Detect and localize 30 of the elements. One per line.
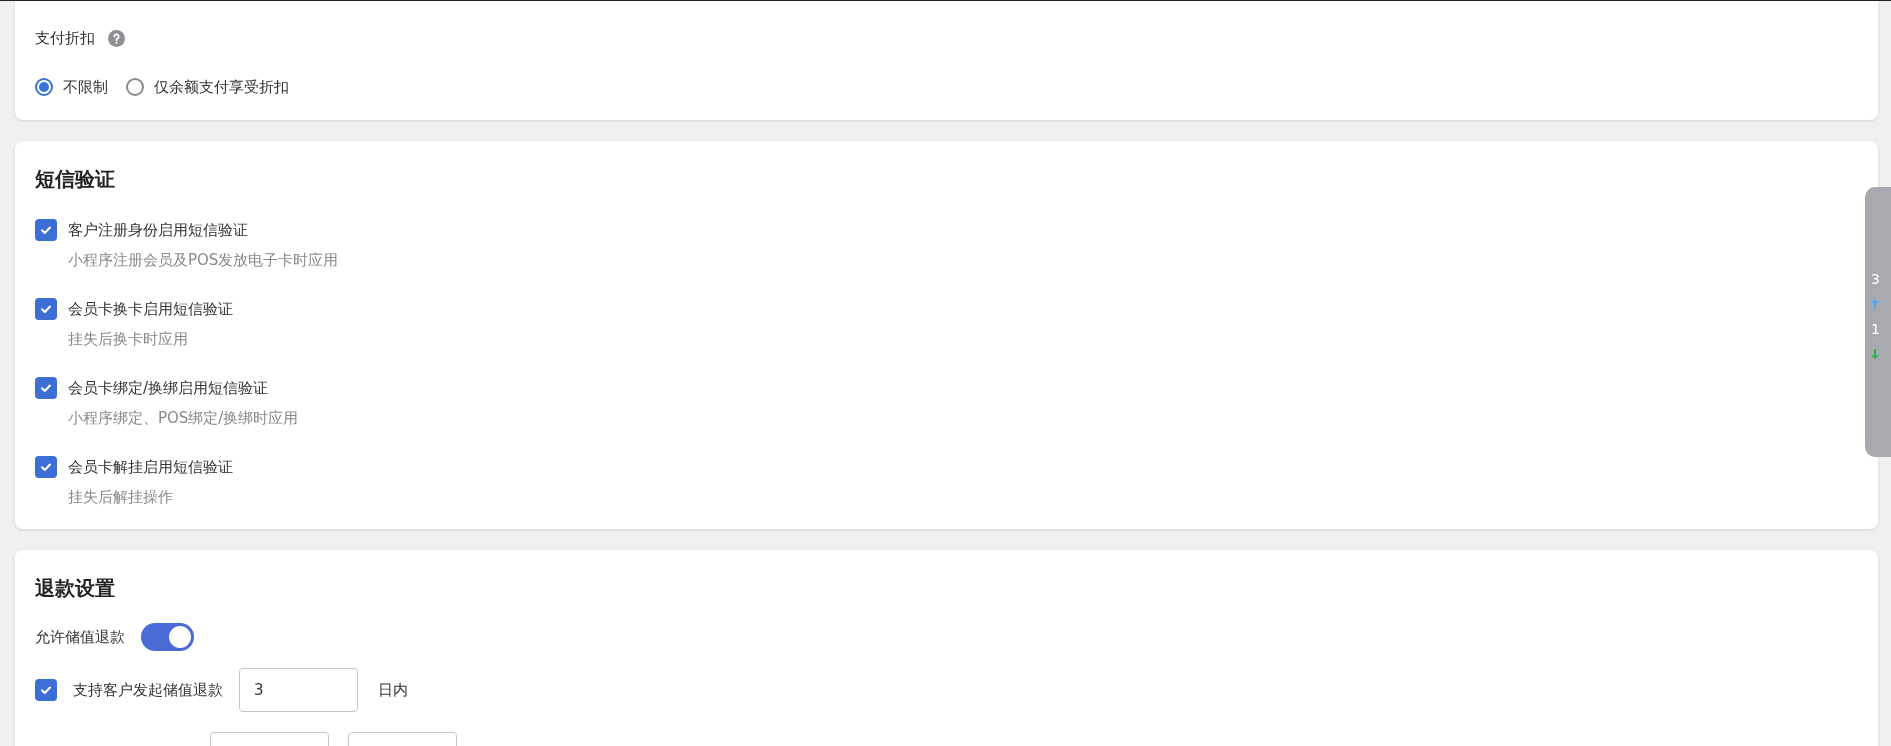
section-title: 退款设置: [35, 576, 116, 600]
unit-label: 日内: [378, 680, 408, 701]
option-description: 挂失后换卡时应用: [68, 329, 189, 350]
checkbox-label: 会员卡换卡启用短信验证: [68, 299, 233, 320]
up-arrow-icon: [1871, 299, 1879, 309]
radio-button[interactable]: [126, 78, 144, 96]
down-arrow-icon: [1871, 349, 1879, 359]
radio-label: 仅余额支付享受折扣: [154, 77, 289, 98]
section-title: 短信验证: [35, 167, 116, 191]
radio-label: 不限制: [63, 77, 108, 98]
checkbox-label: 支持客户发起储值退款: [73, 680, 223, 701]
switch-label: 允许储值退款: [35, 627, 125, 648]
checkbox[interactable]: [35, 377, 57, 399]
help-icon[interactable]: [108, 29, 125, 47]
checkbox-label: 客户注册身份启用短信验证: [68, 220, 248, 241]
checkbox[interactable]: [35, 298, 57, 320]
field-label: 支付折扣: [35, 28, 95, 49]
widget-reading: 1: [1871, 321, 1881, 337]
days-input[interactable]: 3: [239, 668, 358, 712]
option-description: 小程序注册会员及POS发放电子卡时应用: [68, 250, 340, 271]
radio-button[interactable]: [35, 78, 53, 96]
widget-reading: 3: [1871, 271, 1881, 287]
checkbox-label: 会员卡解挂启用短信验证: [68, 457, 233, 478]
checkbox[interactable]: [35, 219, 57, 241]
option-description: 挂失后解挂操作: [68, 487, 174, 508]
checkbox[interactable]: [35, 679, 57, 701]
option-description: 小程序绑定、POS绑定/换绑时应用: [68, 408, 300, 429]
checkbox[interactable]: [35, 456, 57, 478]
toggle-switch[interactable]: [141, 623, 194, 651]
checkbox-label: 会员卡绑定/换绑启用短信验证: [68, 378, 269, 399]
